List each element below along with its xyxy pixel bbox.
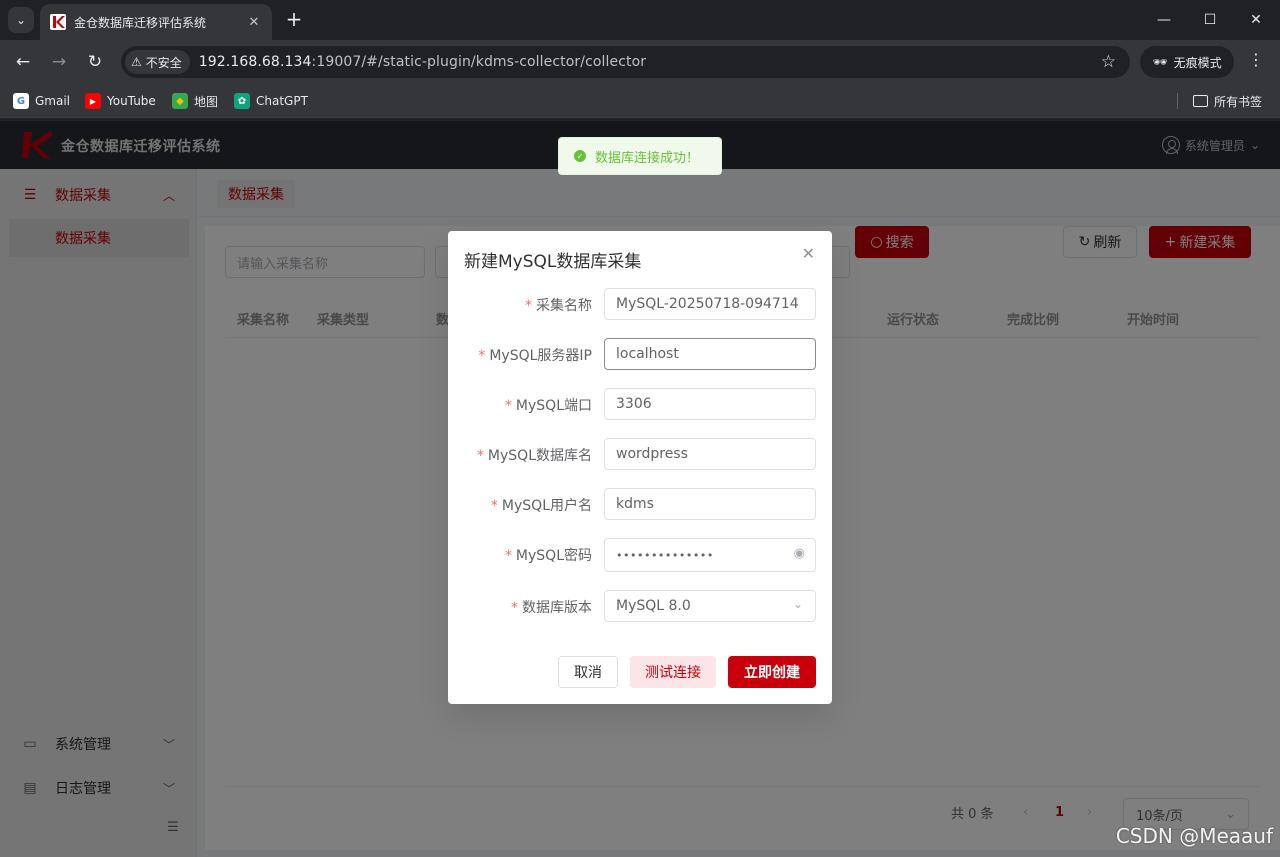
folder-icon xyxy=(1193,95,1208,107)
bookmarks-bar: G Gmail ▶ YouTube ◆ 地图 ✿ ChatGPT 所有书签 xyxy=(0,84,1280,118)
bookmark-label: ChatGPT xyxy=(256,94,308,108)
mysql-host-input[interactable]: localhost xyxy=(604,338,816,370)
reload-icon[interactable]: ↻ xyxy=(83,50,107,74)
all-bookmarks-folder[interactable]: 所有书签 xyxy=(1193,92,1262,110)
success-toast: ✓ 数据库连接成功！ xyxy=(558,137,722,175)
field-label: * 采集名称 xyxy=(525,298,592,314)
back-icon[interactable]: ← xyxy=(11,50,35,74)
form-row-host: * MySQL服务器IP localhost xyxy=(448,338,832,370)
browser-tab[interactable]: 金仓数据库迁移评估系统 ✕ xyxy=(40,4,272,40)
browser-toolbar: ← → ↻ ⚠ 不安全 192.168.68.134:19007/#/stati… xyxy=(0,40,1280,84)
form-row-port: * MySQL端口 3306 xyxy=(448,388,832,420)
minimize-icon[interactable]: — xyxy=(1141,0,1187,40)
field-label: * MySQL数据库名 xyxy=(476,448,592,464)
bookmark-maps[interactable]: ◆ 地图 xyxy=(172,92,218,110)
bookmark-label: YouTube xyxy=(107,94,156,108)
bookmark-chatgpt[interactable]: ✿ ChatGPT xyxy=(234,92,308,110)
insecure-label: 不安全 xyxy=(145,55,182,70)
forward-icon[interactable]: → xyxy=(47,50,71,74)
tab-close-icon[interactable]: ✕ xyxy=(246,15,262,30)
test-connection-button[interactable]: 测试连接 xyxy=(630,656,716,688)
field-label: * MySQL服务器IP xyxy=(478,348,592,364)
tab-search-icon[interactable]: ⌄ xyxy=(8,7,34,33)
new-tab-icon[interactable]: + xyxy=(282,8,306,32)
bookmark-star-icon[interactable]: ☆ xyxy=(1101,52,1116,72)
incognito-label: 无痕模式 xyxy=(1173,55,1222,70)
csdn-watermark: CSDN @Meaauf xyxy=(1115,824,1273,848)
toast-message: 数据库连接成功！ xyxy=(595,150,700,166)
dialog-title: 新建MySQL数据库采集 xyxy=(464,252,642,272)
mysql-password-input[interactable]: •••••••••••••• ◉ xyxy=(604,538,816,572)
youtube-icon: ▶ xyxy=(85,93,101,109)
field-label: * MySQL用户名 xyxy=(490,498,592,514)
url-path: :19007/#/static-plugin/kdms-collector/co… xyxy=(311,54,647,70)
address-bar[interactable]: ⚠ 不安全 192.168.68.134:19007/#/static-plug… xyxy=(121,46,1130,78)
browser-tab-strip: ⌄ 金仓数据库迁移评估系统 ✕ + — ☐ ✕ xyxy=(0,0,1280,40)
google-icon: G xyxy=(13,93,29,109)
form-row-user: * MySQL用户名 kdms xyxy=(448,488,832,520)
all-bookmarks-label: 所有书签 xyxy=(1214,94,1263,109)
mysql-username-input[interactable]: kdms xyxy=(604,488,816,520)
bookmark-label: Gmail xyxy=(35,94,71,108)
collection-name-input[interactable]: MySQL-20250718-094714 xyxy=(604,288,816,320)
maximize-icon[interactable]: ☐ xyxy=(1187,0,1233,40)
security-chip[interactable]: ⚠ 不安全 xyxy=(125,50,190,74)
bookmarks-divider xyxy=(1177,93,1178,109)
app-favicon-icon xyxy=(50,14,66,30)
bookmark-gmail[interactable]: G Gmail xyxy=(13,92,70,110)
create-now-button[interactable]: 立即创建 xyxy=(728,656,816,688)
chevron-down-icon: ⌄ xyxy=(792,597,803,611)
incognito-indicator[interactable]: 🕶 无痕模式 xyxy=(1140,46,1234,78)
window-close-icon[interactable]: ✕ xyxy=(1233,0,1279,40)
browser-menu-icon[interactable]: ⋮ xyxy=(1244,50,1268,69)
eye-icon[interactable]: ◉ xyxy=(794,546,805,561)
bookmark-youtube[interactable]: ▶ YouTube xyxy=(85,92,156,110)
version-value: MySQL 8.0 xyxy=(616,598,691,614)
close-icon[interactable]: ✕ xyxy=(802,244,815,263)
incognito-icon: 🕶 xyxy=(1152,55,1168,69)
mysql-database-input[interactable]: wordpress xyxy=(604,438,816,470)
form-row-database: * MySQL数据库名 wordpress xyxy=(448,438,832,470)
form-row-password: * MySQL密码 •••••••••••••• ◉ xyxy=(448,538,832,572)
password-value: •••••••••••••• xyxy=(616,548,714,562)
url-host: 192.168.68.134 xyxy=(198,54,312,70)
form-row-name: * 采集名称 MySQL-20250718-094714 xyxy=(448,288,832,320)
mysql-port-input[interactable]: 3306 xyxy=(604,388,816,420)
warning-icon: ⚠ xyxy=(131,55,142,69)
field-label: * 数据库版本 xyxy=(511,600,592,616)
bookmark-label: 地图 xyxy=(194,94,219,109)
check-circle-icon: ✓ xyxy=(574,150,586,162)
maps-icon: ◆ xyxy=(172,93,188,109)
field-label: * MySQL端口 xyxy=(504,398,592,414)
new-mysql-collection-dialog: 新建MySQL数据库采集 ✕ * 采集名称 MySQL-20250718-0947… xyxy=(448,231,832,704)
database-version-select[interactable]: MySQL 8.0 ⌄ xyxy=(604,590,816,622)
form-row-version: * 数据库版本 MySQL 8.0 ⌄ xyxy=(448,590,832,622)
chatgpt-icon: ✿ xyxy=(234,93,250,109)
field-label: * MySQL密码 xyxy=(504,548,592,564)
url-text: 192.168.68.134:19007/#/static-plugin/kdm… xyxy=(199,54,646,70)
cancel-button[interactable]: 取消 xyxy=(558,656,618,688)
tab-title: 金仓数据库迁移评估系统 xyxy=(74,15,207,30)
